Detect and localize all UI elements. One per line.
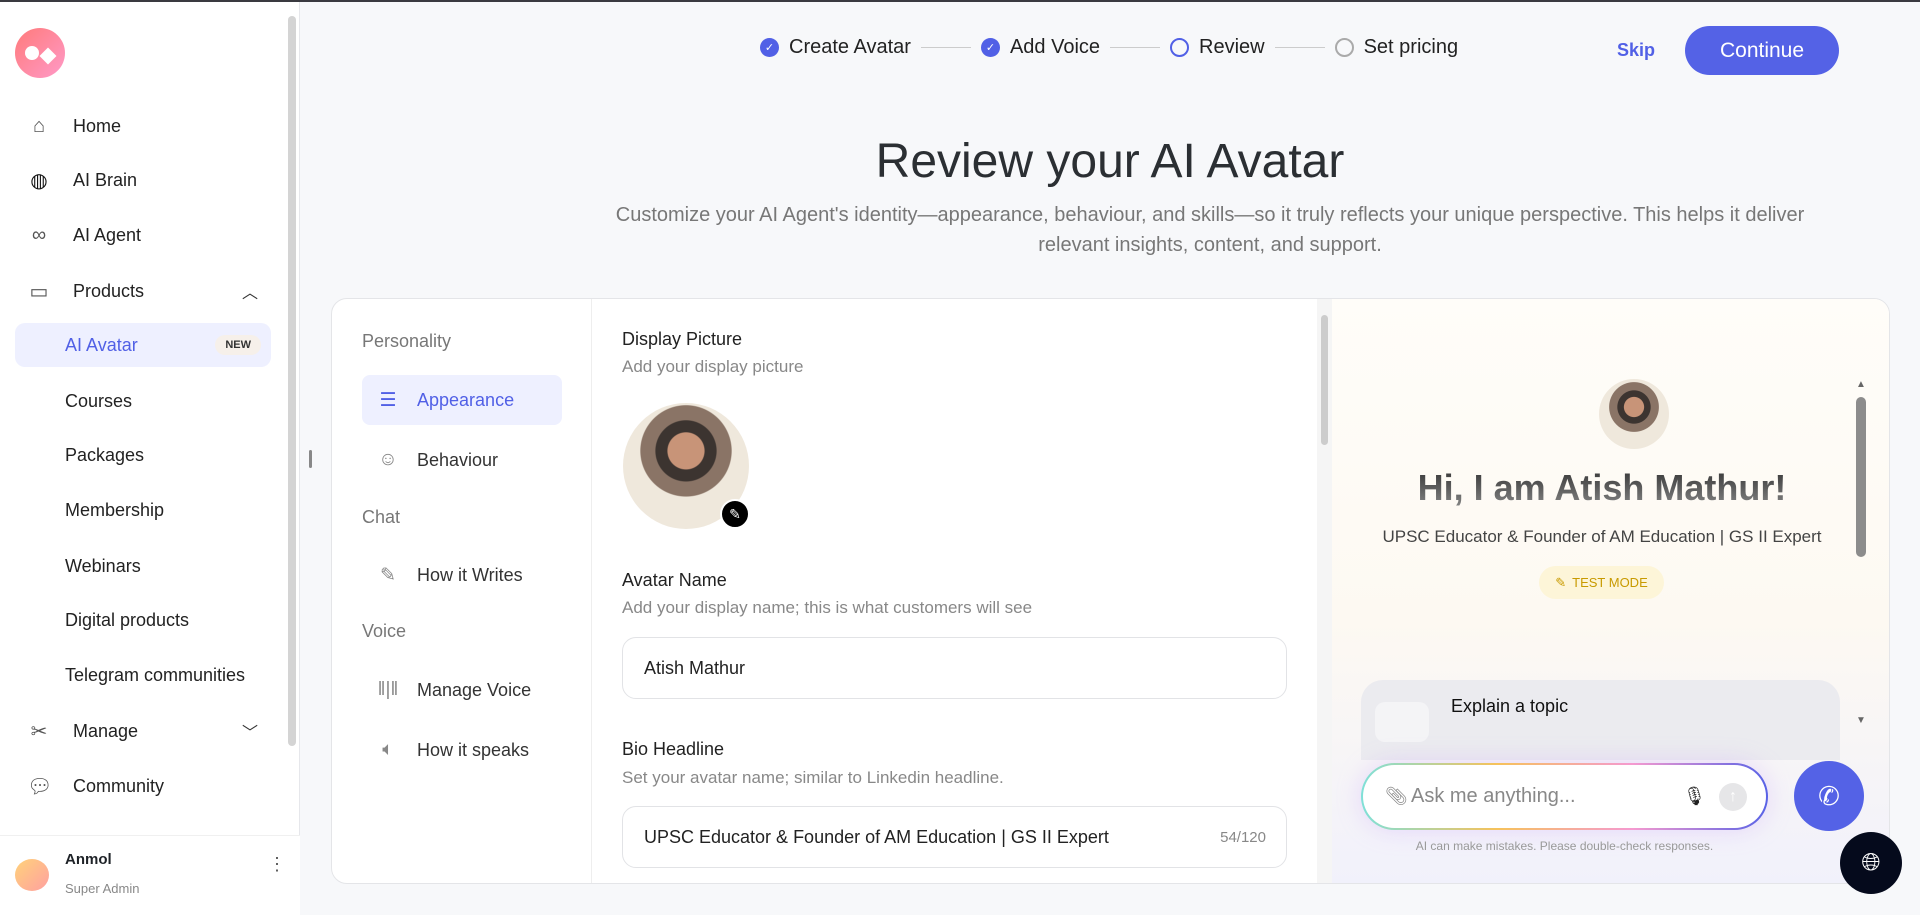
chat-input[interactable]: 📎︎ Ask me anything... 🎙︎ ↑ <box>1361 763 1768 830</box>
sidebar-item-ai-brain[interactable]: ◍ AI Brain <box>0 160 280 200</box>
settings-nav: Personality ☰ Appearance ☺ Behaviour Chat … <box>332 299 592 883</box>
page-title: Review your AI Avatar <box>875 135 1345 188</box>
step-review[interactable]: Review <box>1170 36 1265 59</box>
sidebar-resize-handle[interactable] <box>309 450 312 468</box>
skip-button[interactable]: Skip <box>1617 40 1655 61</box>
avatar-name-help: Add your display name; this is what cust… <box>622 598 1033 617</box>
section-voice: Voice <box>362 621 407 641</box>
archive-icon: ▭ <box>29 280 49 303</box>
suggestion-icon <box>1375 702 1429 742</box>
section-personality: Personality <box>362 331 452 351</box>
home-icon: ⌂ <box>32 114 46 137</box>
preview-greeting: Hi, I am Atish Mathur! <box>1332 467 1872 509</box>
check-icon: ✓ <box>980 37 1000 57</box>
nav-manage-voice[interactable]: ‖|‖ Manage Voice <box>362 665 562 715</box>
display-picture-label: Display Picture <box>622 329 743 349</box>
sidebar-item-ai-avatar[interactable]: AI Avatar NEW <box>15 323 271 367</box>
display-picture-help: Add your display picture <box>622 357 804 376</box>
sidebar-scrollbar[interactable] <box>288 16 296 746</box>
avatar-review-card: Personality ☰ Appearance ☺ Behaviour Chat … <box>331 298 1890 884</box>
sidebar: ⌂ Home ◍ AI Brain ∞ AI Agent ▭ Products ︿ AI … <box>0 2 300 915</box>
user-avatar[interactable] <box>15 859 49 891</box>
step-connector <box>1110 46 1161 48</box>
test-tube-icon: ✎ <box>1555 574 1567 590</box>
preview-avatar <box>1599 379 1669 449</box>
avatar-name-label: Avatar Name <box>622 570 727 590</box>
section-chat: Chat <box>362 507 401 527</box>
sidebar-item-webinars[interactable]: Webinars <box>15 544 271 588</box>
sidebar-item-membership[interactable]: Membership <box>15 488 271 532</box>
sidebar-item-community[interactable]: 💬︎ Community <box>0 766 280 806</box>
continue-button[interactable]: Continue <box>1685 26 1839 75</box>
chat-bubbles-icon: 💬︎ <box>27 775 53 798</box>
user-name: Anmol <box>65 851 112 868</box>
stepper: ✓ Create Avatar ✓ Add Voice Review Set pri… <box>760 32 1458 62</box>
step-create-avatar[interactable]: ✓ Create Avatar <box>760 36 911 59</box>
brand-logo[interactable] <box>15 28 65 78</box>
waveform-icon: ‖|‖ <box>377 679 399 700</box>
globe-button[interactable]: 🌐︎ <box>1840 832 1902 894</box>
more-options-icon[interactable]: ⋮ <box>268 854 286 875</box>
sidebar-item-ai-agent[interactable]: ∞ AI Agent <box>0 215 280 255</box>
step-connector <box>920 46 971 48</box>
brain-icon: ◍ <box>30 169 48 192</box>
sidebar-item-home[interactable]: ⌂ Home <box>0 106 280 146</box>
paperclip-icon[interactable]: 📎︎ <box>1385 786 1408 807</box>
sidebar-item-telegram[interactable]: Telegram communities <box>15 653 271 697</box>
infinity-icon: ∞ <box>31 223 47 246</box>
edit-pencil-icon[interactable]: ✎ <box>720 499 750 529</box>
chat-preview: Hi, I am Atish Mathur! UPSC Educator & F… <box>1332 299 1889 883</box>
bio-headline-input[interactable]: UPSC Educator & Founder of AM Education … <box>622 806 1287 868</box>
call-button[interactable]: ✆ <box>1794 761 1864 831</box>
sidebar-item-digital-products[interactable]: Digital products <box>15 598 271 642</box>
sidebar-item-courses[interactable]: Courses <box>15 379 271 423</box>
preview-scrollbar[interactable]: ▲ ▼ <box>1855 379 1867 729</box>
nav-how-it-writes[interactable]: ✎ How it Writes <box>362 550 562 600</box>
sidebar-item-products[interactable]: ▭ Products ︿ <box>0 271 280 311</box>
globe-icon: 🌐︎ <box>1861 849 1881 876</box>
sidebar-item-manage[interactable]: ✂ Manage ﹀ <box>0 711 280 751</box>
preview-headline: UPSC Educator & Founder of AM Education … <box>1382 527 1822 546</box>
circle-icon <box>1170 37 1190 57</box>
list-icon: ☰ <box>379 389 397 411</box>
send-arrow-icon[interactable]: ↑ <box>1719 782 1747 811</box>
bio-headline-help: Set your avatar name; similar to Linkedi… <box>622 768 1004 787</box>
chevron-down-icon: ﹀ <box>242 725 259 742</box>
bio-headline-label: Bio Headline <box>622 739 725 759</box>
avatar-name-input[interactable]: Atish Mathur <box>622 637 1287 699</box>
step-add-voice[interactable]: ✓ Add Voice <box>980 36 1100 59</box>
char-count: 54/120 <box>1220 828 1266 846</box>
nav-how-it-speaks[interactable]: 🔈︎ How it speaks <box>362 725 562 775</box>
nav-behaviour[interactable]: ☺ Behaviour <box>362 435 562 485</box>
ai-disclaimer: AI can make mistakes. Please double-chec… <box>1415 839 1714 853</box>
test-mode-badge: ✎ TEST MODE <box>1539 566 1664 599</box>
speaker-icon: 🔈︎ <box>382 739 394 760</box>
page-subtitle: Customize your AI Agent's identity—appea… <box>615 204 1805 256</box>
new-badge: NEW <box>215 335 261 355</box>
microphone-icon[interactable]: 🎙︎ <box>1683 786 1706 807</box>
phone-icon: ✆ <box>1818 780 1840 811</box>
user-role: Super Admin <box>65 881 140 896</box>
sidebar-item-packages[interactable]: Packages <box>15 433 271 477</box>
step-set-pricing[interactable]: Set pricing <box>1334 36 1458 59</box>
nav-appearance[interactable]: ☰ Appearance <box>362 375 562 425</box>
suggestion-explain-topic[interactable]: Explain a topic <box>1361 680 1840 760</box>
circle-icon <box>1334 37 1354 57</box>
chevron-up-icon: ︿ <box>242 285 259 302</box>
form-scrollbar[interactable] <box>1317 299 1332 883</box>
tools-icon: ✂ <box>30 720 48 743</box>
check-icon: ✓ <box>760 37 779 57</box>
step-connector <box>1274 46 1325 48</box>
pencil-icon: ✎ <box>380 564 396 586</box>
masks-icon: ☺ <box>378 449 398 470</box>
